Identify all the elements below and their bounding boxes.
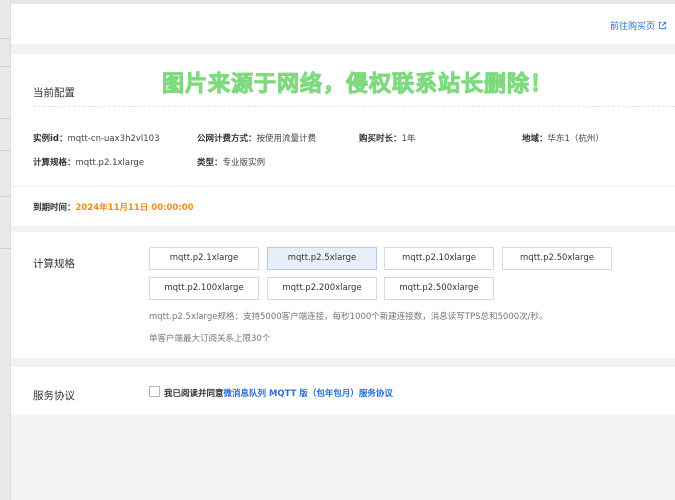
agreement-link[interactable]: 微消息队列 MQTT 版（包年包月）服务协议 bbox=[224, 389, 393, 399]
spec-field: 计算规格：mqtt.p2.1xlarge bbox=[33, 156, 144, 168]
compute-spec-card: 计算规格 mqtt.p2.1xlarge mqtt.p2.5xlarge mqt… bbox=[11, 232, 675, 358]
spec-label: 计算规格： bbox=[33, 158, 76, 168]
billing-field: 公网计费方式：按使用流量计费 bbox=[197, 132, 316, 144]
region-value: 华东1（杭州） bbox=[547, 134, 604, 144]
agreement-text: 我已阅读并同意微消息队列 MQTT 版（包年包月）服务协议 bbox=[164, 387, 393, 399]
agreement-prefix: 我已阅读并同意 bbox=[164, 389, 224, 399]
expire-label: 到期时间： bbox=[33, 203, 76, 213]
spec-subscription-limit: 单客户端最大订阅关系上限30个 bbox=[149, 334, 271, 344]
spec-description: mqtt.p2.5xlarge规格：支持5000客户端连接，每秒1000个新建连… bbox=[149, 312, 548, 322]
sidebar-divider bbox=[0, 248, 11, 249]
duration-label: 购买时长： bbox=[359, 134, 402, 144]
type-label: 类型： bbox=[197, 158, 223, 168]
external-link-icon bbox=[658, 21, 667, 30]
dashed-divider bbox=[33, 106, 675, 107]
header-card: 前往购买页 bbox=[11, 4, 675, 44]
duration-value: 1年 bbox=[401, 134, 416, 144]
sidebar-divider bbox=[0, 38, 11, 39]
sidebar-divider bbox=[0, 150, 11, 151]
goto-purchase-label: 前往购买页 bbox=[609, 22, 655, 32]
spec-option-50xlarge[interactable]: mqtt.p2.50xlarge bbox=[502, 247, 612, 270]
spec-option-500xlarge[interactable]: mqtt.p2.500xlarge bbox=[384, 277, 494, 300]
left-sidebar-strip bbox=[0, 0, 11, 500]
sidebar-divider bbox=[0, 118, 11, 119]
sidebar-divider bbox=[0, 66, 11, 67]
spec-option-5xlarge[interactable]: mqtt.p2.5xlarge bbox=[267, 247, 377, 270]
billing-value: 按使用流量计费 bbox=[256, 134, 317, 144]
spec-value: mqtt.p2.1xlarge bbox=[75, 158, 145, 168]
instance-id-label: 实例id： bbox=[33, 134, 68, 144]
sidebar-divider bbox=[0, 196, 11, 197]
config-section-title: 当前配置 bbox=[33, 87, 75, 99]
type-value: 专业版实例 bbox=[222, 158, 266, 168]
spec-option-200xlarge[interactable]: mqtt.p2.200xlarge bbox=[267, 277, 377, 300]
watermark-text: 图片来源于网络，侵权联系站长删除！ bbox=[161, 72, 554, 98]
spec-option-100xlarge[interactable]: mqtt.p2.100xlarge bbox=[149, 277, 259, 300]
billing-label: 公网计费方式： bbox=[197, 134, 257, 144]
duration-field: 购买时长：1年 bbox=[359, 132, 415, 144]
service-agreement-card: 服务协议 我已阅读并同意微消息队列 MQTT 版（包年包月）服务协议 bbox=[11, 367, 675, 415]
spec-option-1xlarge[interactable]: mqtt.p2.1xlarge bbox=[149, 247, 259, 270]
divider bbox=[11, 186, 675, 187]
expire-value: 2024年11月11日 00:00:00 bbox=[75, 203, 194, 213]
spec-section-title: 计算规格 bbox=[33, 258, 75, 270]
goto-purchase-link[interactable]: 前往购买页 bbox=[610, 19, 667, 32]
type-field: 类型：专业版实例 bbox=[197, 156, 265, 168]
instance-id-value: mqtt-cn-uax3h2vl103 bbox=[67, 134, 160, 144]
instance-id-field: 实例id：mqtt-cn-uax3h2vl103 bbox=[33, 132, 159, 144]
agreement-section-title: 服务协议 bbox=[33, 390, 75, 402]
expire-field: 到期时间：2024年11月11日 00:00:00 bbox=[33, 201, 194, 213]
region-field: 地域：华东1（杭州） bbox=[522, 132, 604, 144]
agreement-checkbox[interactable] bbox=[149, 386, 160, 397]
region-label: 地域： bbox=[522, 134, 548, 144]
spec-option-10xlarge[interactable]: mqtt.p2.10xlarge bbox=[384, 247, 494, 270]
